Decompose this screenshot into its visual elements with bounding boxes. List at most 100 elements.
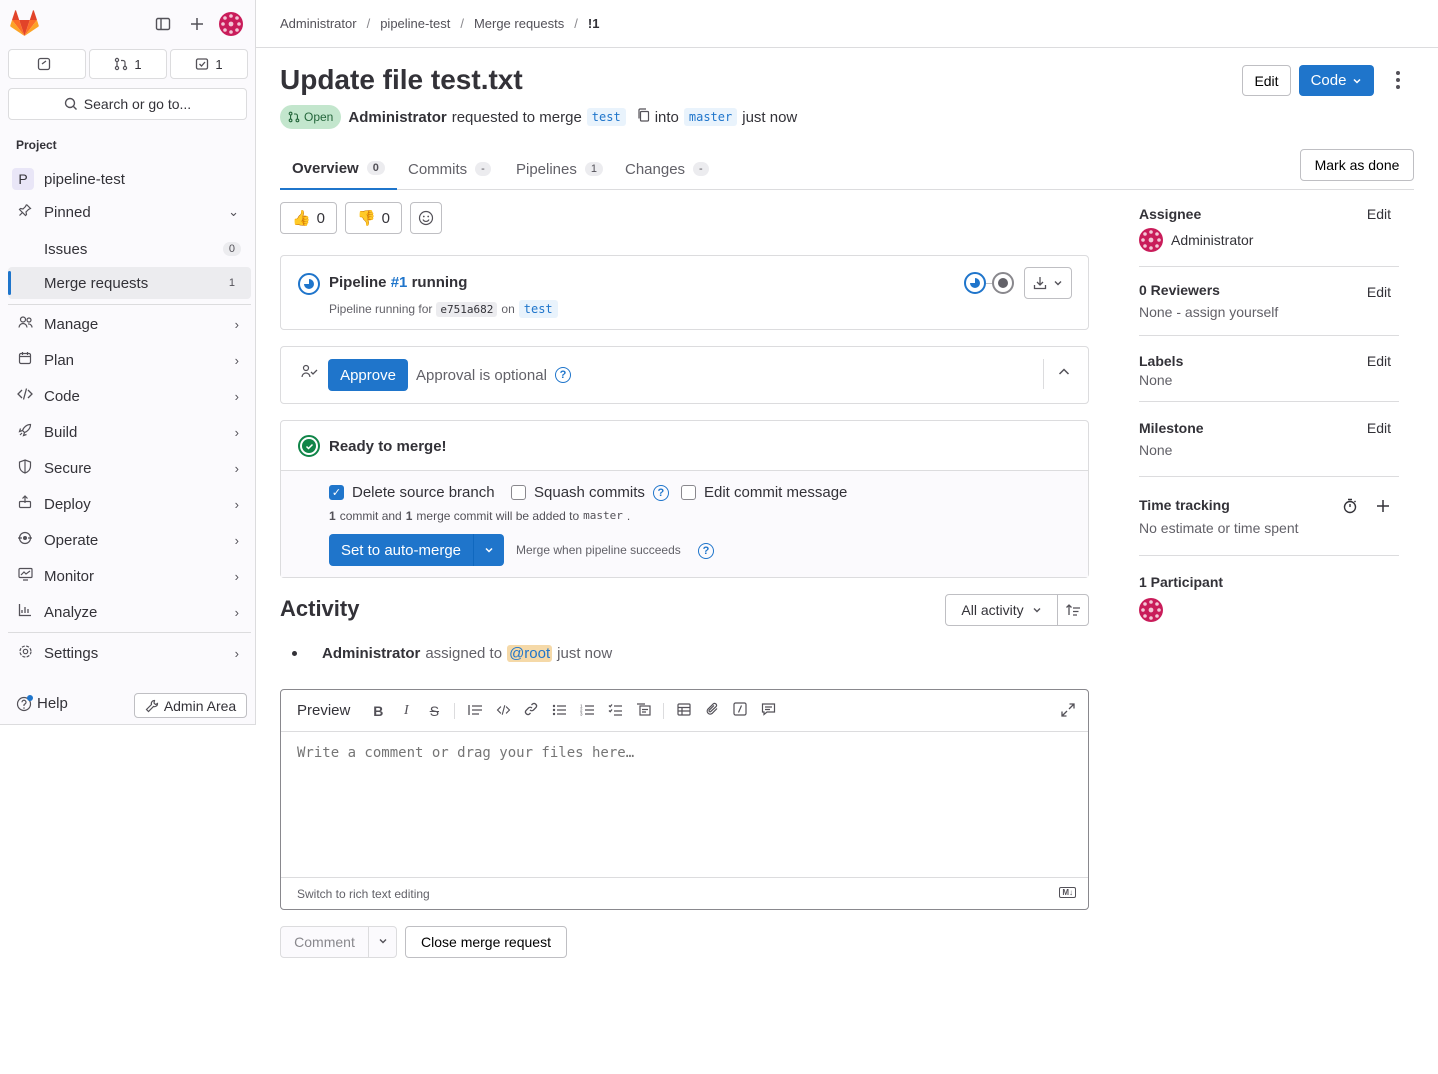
download-artifacts-button[interactable]	[1024, 267, 1072, 299]
copy-branch-icon[interactable]	[637, 108, 650, 126]
comment-button[interactable]: Comment	[280, 926, 369, 958]
sidebar-divider	[1139, 555, 1399, 556]
tab-changes[interactable]: Changes -	[613, 148, 721, 190]
event-author[interactable]: Administrator	[322, 645, 420, 662]
sidebar-project-link[interactable]: P pipeline-test	[8, 166, 251, 192]
breadcrumb-item-current[interactable]: !1	[588, 16, 600, 31]
avatar[interactable]	[1139, 598, 1163, 622]
tab-overview[interactable]: Overview 0	[280, 148, 397, 190]
participants-title: 1 Participant	[1139, 574, 1224, 590]
breadcrumb-item[interactable]: pipeline-test	[380, 16, 450, 31]
admin-area-button[interactable]: Admin Area	[134, 693, 247, 718]
pipeline-running-icon[interactable]	[298, 273, 320, 295]
merge-options-dropdown[interactable]	[473, 534, 504, 566]
auto-merge-button[interactable]: Set to auto-merge	[329, 534, 473, 566]
sidebar-item-merge-requests[interactable]: Merge requests 1	[8, 267, 251, 299]
table-icon[interactable]	[670, 702, 698, 719]
gitlab-logo-icon[interactable]	[10, 10, 39, 37]
task-list-icon[interactable]	[601, 703, 629, 719]
assignee-edit-link[interactable]: Edit	[1367, 206, 1391, 222]
reviewers-edit-link[interactable]: Edit	[1367, 284, 1391, 300]
fullscreen-icon[interactable]	[1060, 702, 1076, 721]
help-question-icon[interactable]: ?	[652, 484, 669, 501]
code-icon[interactable]	[489, 703, 517, 719]
link-icon[interactable]	[517, 702, 545, 719]
activity-filter-dropdown[interactable]: All activity	[945, 594, 1058, 626]
chevron-up-icon[interactable]	[1057, 365, 1071, 379]
milestone-edit-link[interactable]: Edit	[1367, 420, 1391, 436]
sidebar-item-plan[interactable]: Plan ›	[8, 344, 251, 376]
bold-icon[interactable]: B	[364, 703, 392, 719]
sidebar-item-analyze[interactable]: Analyze ›	[8, 596, 251, 628]
preview-tab[interactable]: Preview	[297, 702, 350, 719]
breadcrumb-item[interactable]: Administrator	[280, 16, 357, 31]
quote-icon[interactable]	[461, 703, 489, 719]
sidebar-item-deploy[interactable]: Deploy ›	[8, 488, 251, 520]
code-dropdown-button[interactable]: Code	[1299, 65, 1374, 96]
tab-pipelines[interactable]: Pipelines 1	[504, 148, 615, 190]
user-mention[interactable]: @root	[507, 645, 553, 662]
add-time-icon[interactable]	[1375, 498, 1391, 517]
more-actions-icon[interactable]	[1388, 68, 1408, 92]
add-reaction-button[interactable]	[410, 202, 442, 234]
stage-running-icon[interactable]	[964, 272, 986, 294]
toggle-sidebar-icon[interactable]	[151, 12, 175, 36]
comment-textarea[interactable]	[281, 733, 1088, 865]
reviewers-value[interactable]: None - assign yourself	[1139, 304, 1399, 320]
approve-button[interactable]: Approve	[328, 359, 408, 391]
todos-counter[interactable]: 1	[170, 49, 248, 79]
merge-requests-counter[interactable]: 1	[89, 49, 167, 79]
commit-sha-link[interactable]: e751a682	[436, 301, 498, 317]
help-question-icon[interactable]: ?	[698, 543, 714, 559]
sidebar-item-build[interactable]: Build ›	[8, 416, 251, 448]
stage-pending-icon[interactable]	[992, 272, 1014, 294]
quick-action-icon[interactable]	[726, 702, 754, 719]
mark-as-done-button[interactable]: Mark as done	[1300, 149, 1414, 181]
help-button[interactable]: Help	[16, 694, 68, 712]
attach-file-icon[interactable]	[698, 702, 726, 719]
sidebar-item-operate[interactable]: Operate ›	[8, 524, 251, 556]
sidebar-item-settings[interactable]: Settings ›	[8, 637, 251, 669]
markdown-icon: M↓	[1059, 887, 1076, 898]
edit-button[interactable]: Edit	[1242, 65, 1291, 96]
sidebar-pinned-toggle[interactable]: Pinned ⌄	[8, 196, 251, 228]
sort-direction-button[interactable]	[1057, 594, 1089, 626]
edit-commit-message-checkbox[interactable]: Edit commit message	[681, 484, 847, 501]
target-branch[interactable]: master	[683, 108, 738, 126]
sidebar-item-secure[interactable]: Secure ›	[8, 452, 251, 484]
search-button[interactable]: Search or go to...	[8, 88, 247, 120]
thumbs-down-button[interactable]: 👎 0	[345, 202, 402, 234]
sidebar-item-monitor[interactable]: Monitor ›	[8, 560, 251, 592]
sidebar-item-manage[interactable]: Manage ›	[8, 308, 251, 340]
squash-commits-checkbox[interactable]: Squash commits ?	[511, 484, 669, 501]
create-new-icon[interactable]	[185, 12, 209, 36]
breadcrumb-item[interactable]: Merge requests	[474, 16, 564, 31]
pipeline-branch[interactable]: test	[518, 300, 558, 318]
assignee-user[interactable]: Administrator	[1139, 228, 1399, 252]
help-question-icon[interactable]: ?	[555, 367, 571, 383]
issues-counter[interactable]	[8, 49, 86, 79]
source-branch[interactable]: test	[586, 108, 626, 126]
switch-rich-text-link[interactable]: Switch to rich text editing	[297, 887, 430, 901]
labels-edit-link[interactable]: Edit	[1367, 353, 1391, 369]
comment-options-dropdown[interactable]	[368, 926, 397, 958]
comment-template-icon[interactable]	[754, 702, 782, 719]
user-avatar[interactable]	[219, 12, 243, 36]
delete-source-branch-checkbox[interactable]: ✓ Delete source branch	[329, 484, 495, 501]
sidebar-item-issues[interactable]: Issues 0	[8, 233, 251, 265]
tab-commits[interactable]: Commits -	[396, 148, 503, 190]
strikethrough-icon[interactable]: S	[420, 703, 448, 719]
numbered-list-icon[interactable]: 123	[573, 703, 601, 719]
thumbs-down-icon: 👎	[356, 210, 376, 227]
thumbs-up-button[interactable]: 👍 0	[280, 202, 337, 234]
bullet-list-icon[interactable]	[545, 703, 573, 719]
close-merge-request-button[interactable]: Close merge request	[405, 926, 567, 958]
pipeline-id-link[interactable]: #1	[391, 274, 408, 291]
author-link[interactable]: Administrator	[348, 109, 446, 126]
sidebar-item-code[interactable]: Code ›	[8, 380, 251, 412]
avatar	[1139, 228, 1163, 252]
collapsible-icon[interactable]	[629, 702, 657, 719]
stopwatch-icon[interactable]	[1342, 498, 1358, 517]
sidebar-divider	[1139, 266, 1399, 267]
italic-icon[interactable]: I	[392, 703, 420, 719]
